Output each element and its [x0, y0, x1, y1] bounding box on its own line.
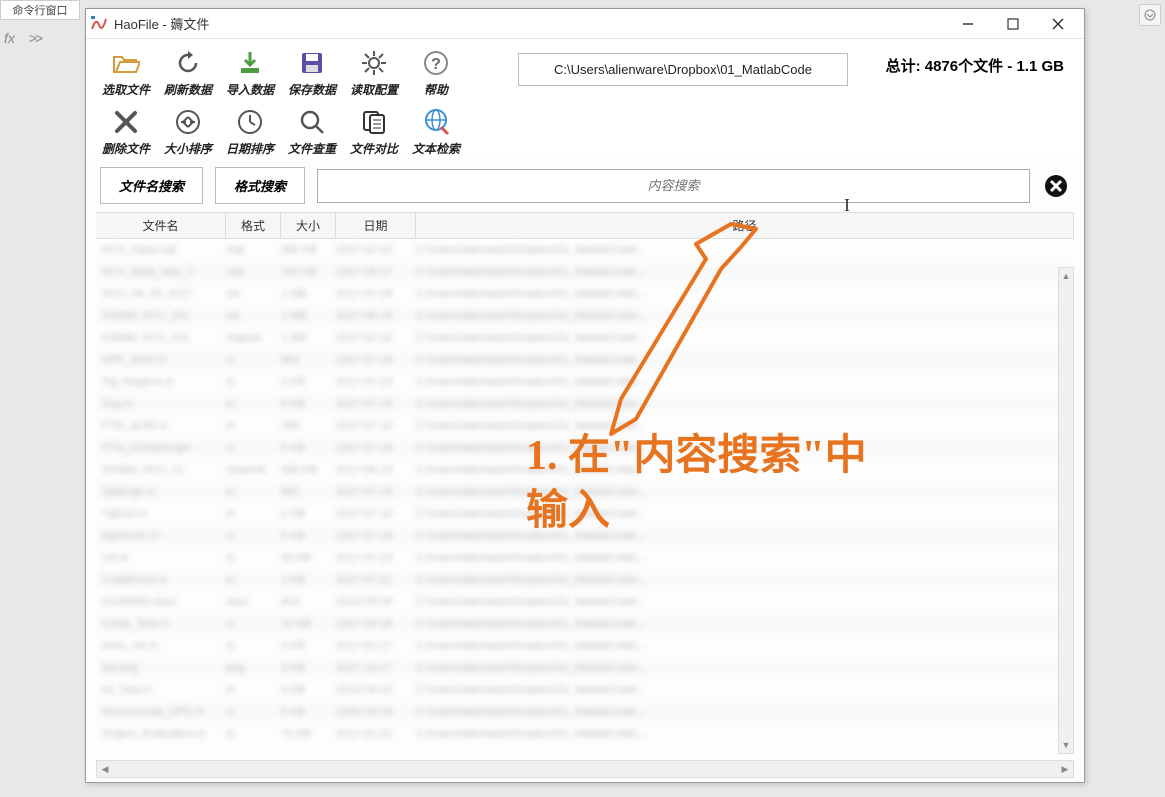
download-icon: [234, 47, 266, 79]
table-row[interactable]: SGMM_HCV_21mean06580 KB2017-06-19C:\User…: [96, 459, 1074, 481]
table-row[interactable]: Costs_Test.mm10 KB2017-02-18C:\Users\ali…: [96, 613, 1074, 635]
col-date[interactable]: 日期: [336, 213, 416, 238]
refresh-icon: [172, 47, 204, 79]
summary-text: 总计: 4876个文件 - 1.1 GB: [886, 55, 1064, 76]
read-config-button[interactable]: 读取配置: [344, 45, 404, 100]
horizontal-scrollbar[interactable]: ◀ ▶: [96, 760, 1074, 778]
table-row[interactable]: txt_Test.mm3 KB2018-06-23C:\Users\alienw…: [96, 679, 1074, 701]
globe-search-icon: [420, 106, 452, 138]
path-display: C:\Users\alienware\Dropbox\01_MatlabCode: [518, 53, 848, 86]
file-dedup-button[interactable]: 文件查重: [282, 104, 342, 159]
date-sort-button[interactable]: 日期排序: [220, 104, 280, 159]
app-icon: [90, 15, 108, 33]
titlebar: HaoFile - 薅文件: [86, 9, 1084, 39]
chevron-down-icon[interactable]: [1139, 4, 1161, 26]
sort-size-icon: [172, 106, 204, 138]
table-header: 文件名 格式 大小 日期 路径: [96, 212, 1074, 239]
table-row[interactable]: 20190509.docxdocx8032019-05-09C:\Users\a…: [96, 591, 1074, 613]
date-sort-label: 日期排序: [226, 140, 274, 157]
table-row[interactable]: FTN_qC06.mm3492017-07-19C:\Users\alienwa…: [96, 415, 1074, 437]
table-row[interactable]: Aero_ctrl.mm3 KB2017-02-17C:\Users\alien…: [96, 635, 1074, 657]
summary-prefix: 总计:: [886, 58, 925, 75]
table-body[interactable]: HCV_Data.matmat582 KB2017-02-10C:\Users\…: [96, 239, 1074, 760]
text-search-button[interactable]: 文本检索: [406, 104, 466, 159]
fx-label: fx: [4, 30, 15, 46]
help-icon: ?: [420, 47, 452, 79]
close-button[interactable]: [1035, 10, 1080, 38]
summary-size: 1.1 GB: [1016, 58, 1064, 75]
import-button[interactable]: 导入数据: [220, 45, 280, 100]
scroll-down-icon[interactable]: ▼: [1059, 737, 1073, 753]
table-row[interactable]: HCV_Data_new_2mat316 KB2017-08-17C:\User…: [96, 261, 1074, 283]
col-path[interactable]: 路径: [416, 213, 1074, 238]
table-row[interactable]: HCV_06_25_2017xls1 MB2017-07-18C:\Users\…: [96, 283, 1074, 305]
save-button[interactable]: 保存数据: [282, 45, 342, 100]
table-row[interactable]: FTN_nChartAngmm6 KB2017-07-19C:\Users\al…: [96, 437, 1074, 459]
maximize-button[interactable]: [990, 10, 1035, 38]
table-row[interactable]: Fig_Regens.mm2 KB2017-07-19C:\Users\alie…: [96, 371, 1074, 393]
table-row[interactable]: SpiEnge.mm8622017-07-19C:\Users\alienwar…: [96, 481, 1074, 503]
save-label: 保存数据: [288, 81, 336, 98]
refresh-label: 刷新数据: [164, 81, 212, 98]
table-row[interactable]: APP_2016.mm8622017-07-19C:\Users\alienwa…: [96, 349, 1074, 371]
table-row[interactable]: trgsensm.mm5 KB2017-07-19C:\Users\alienw…: [96, 525, 1074, 547]
col-format[interactable]: 格式: [226, 213, 281, 238]
col-name[interactable]: 文件名: [96, 213, 226, 238]
summary-mid: 个文件 -: [958, 58, 1016, 75]
fx-prompt: fx >>: [4, 30, 41, 46]
background-tab: 命令行窗口: [0, 0, 80, 20]
app-window: HaoFile - 薅文件 选取文件 刷新数据 导入数据 保存数据: [85, 8, 1085, 783]
help-label: 帮助: [424, 81, 448, 98]
select-file-button[interactable]: 选取文件: [96, 45, 156, 100]
table-row[interactable]: Project_Evaluation.mm72 KB2017-01-21C:\U…: [96, 723, 1074, 745]
file-compare-label: 文件对比: [350, 140, 398, 157]
window-title: HaoFile - 薅文件: [114, 14, 945, 33]
table-row[interactable]: CodeExcel.mm1 KB2017-07-21C:\Users\alien…: [96, 569, 1074, 591]
close-icon: [110, 106, 142, 138]
import-label: 导入数据: [226, 81, 274, 98]
file-compare-button[interactable]: 文件对比: [344, 104, 404, 159]
save-icon: [296, 47, 328, 79]
help-button[interactable]: ? 帮助: [406, 45, 466, 100]
table-row[interactable]: TgEnd.mm2 KB2017-07-19C:\Users\alienware…: [96, 503, 1074, 525]
format-search-button[interactable]: 格式搜索: [215, 167, 305, 204]
scroll-right-icon[interactable]: ▶: [1057, 761, 1073, 777]
col-size[interactable]: 大小: [281, 213, 336, 238]
vertical-scrollbar[interactable]: ▲ ▼: [1058, 267, 1074, 754]
summary-count: 4876: [925, 58, 958, 75]
compare-icon: [358, 106, 390, 138]
table-row[interactable]: SGMM_HCV_201original1 MB2017-02-16C:\Use…: [96, 327, 1074, 349]
select-file-label: 选取文件: [102, 81, 150, 98]
minimize-button[interactable]: [945, 10, 990, 38]
size-sort-button[interactable]: 大小排序: [158, 104, 218, 159]
clear-search-button[interactable]: [1042, 172, 1070, 200]
delete-file-button[interactable]: 删除文件: [96, 104, 156, 159]
content-search-input[interactable]: [317, 169, 1030, 203]
file-dedup-label: 文件查重: [288, 140, 336, 157]
clock-icon: [234, 106, 266, 138]
filename-search-button[interactable]: 文件名搜索: [100, 167, 203, 204]
size-sort-label: 大小排序: [164, 140, 212, 157]
text-cursor-icon: I: [844, 195, 850, 216]
table-row[interactable]: SourceCode_DPS.mm6 KB2020-02-19C:\Users\…: [96, 701, 1074, 723]
table-row[interactable]: twt.pngpng3 KB2017-12-17C:\Users\alienwa…: [96, 657, 1074, 679]
scroll-up-icon[interactable]: ▲: [1059, 268, 1073, 284]
search-icon: [296, 106, 328, 138]
table-row[interactable]: SGMM_HCV_201xls1 MB2017-06-19C:\Users\al…: [96, 305, 1074, 327]
scroll-left-icon[interactable]: ◀: [97, 761, 113, 777]
prompt-arrows: >>: [29, 30, 41, 46]
gear-icon: [358, 47, 390, 79]
table-row[interactable]: Svg.mm6 KB2017-07-19C:\Users\alienware\D…: [96, 393, 1074, 415]
read-config-label: 读取配置: [350, 81, 398, 98]
text-search-label: 文本检索: [412, 140, 460, 157]
refresh-button[interactable]: 刷新数据: [158, 45, 218, 100]
folder-open-icon: [110, 47, 142, 79]
delete-file-label: 删除文件: [102, 140, 150, 157]
svg-text:?: ?: [431, 56, 441, 73]
table-row[interactable]: HCV_Data.matmat582 KB2017-02-10C:\Users\…: [96, 239, 1074, 261]
table-row[interactable]: U6.mm36 KB2017-07-19C:\Users\alienware\D…: [96, 547, 1074, 569]
